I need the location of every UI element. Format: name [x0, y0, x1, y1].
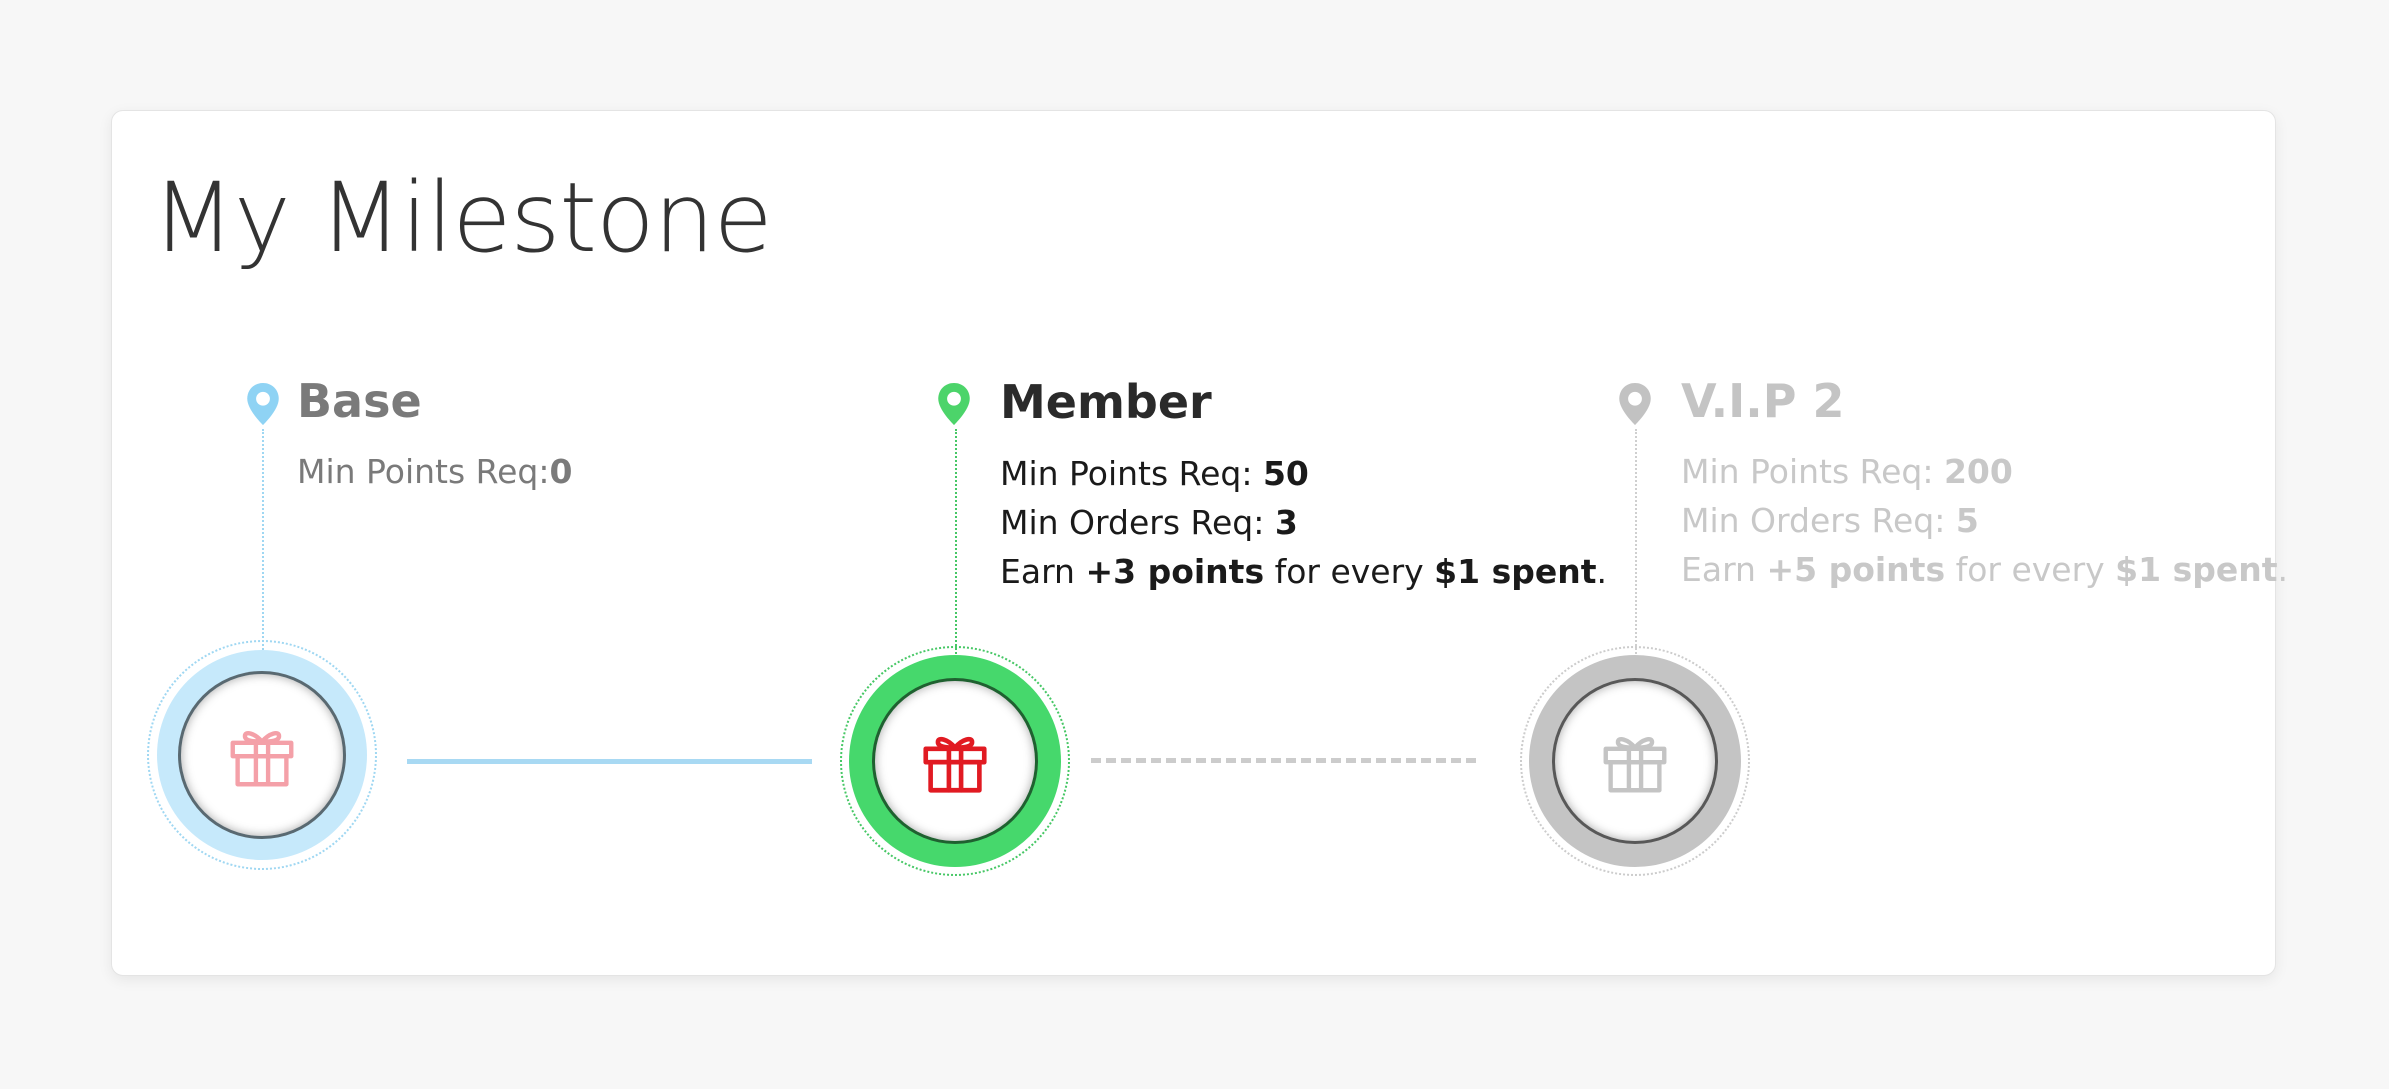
min-points-line: Min Points Req: 200	[1681, 452, 2013, 491]
milestone-name: Base	[297, 374, 422, 428]
earn-rate-line: Earn +5 points for every $1 spent.	[1681, 550, 2288, 589]
milestone-name: V.I.P 2	[1681, 374, 1845, 428]
milestone-name: Member	[1000, 375, 1212, 429]
min-orders-line: Min Orders Req: 3	[1000, 503, 1298, 542]
min-points-line: Min Points Req:0	[297, 452, 573, 491]
earn-rate-line: Earn +3 points for every $1 spent.	[1000, 552, 1607, 591]
page-title: My Milestone	[152, 162, 773, 274]
milestone-badge	[147, 640, 377, 870]
milestone-badge	[840, 646, 1070, 876]
gift-icon	[1603, 737, 1667, 793]
map-pin-icon	[936, 381, 972, 427]
gift-icon	[923, 736, 987, 793]
min-points-line: Min Points Req: 50	[1000, 454, 1309, 493]
min-orders-line: Min Orders Req: 5	[1681, 501, 1979, 540]
progress-connector-solid	[407, 759, 812, 764]
gift-icon	[230, 731, 294, 787]
progress-connector-dashed	[1091, 758, 1476, 763]
map-pin-icon	[1617, 381, 1653, 427]
milestone-badge	[1520, 646, 1750, 876]
map-pin-icon	[245, 381, 281, 427]
milestone-card: My Milestone Base Min Points Req:0 Membe…	[111, 110, 2288, 976]
